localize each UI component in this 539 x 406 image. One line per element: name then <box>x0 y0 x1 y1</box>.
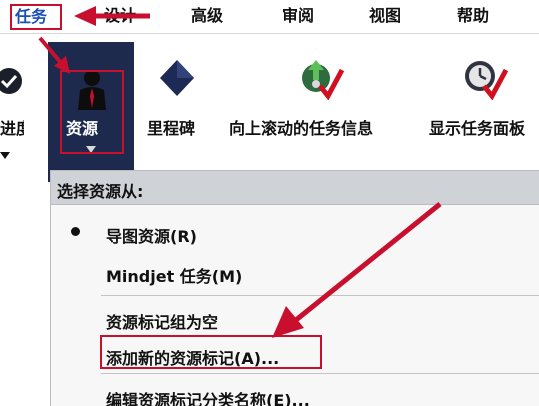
scroll-task-info-icon <box>302 60 344 100</box>
add-marker-highlight-box <box>100 335 322 369</box>
tab-advanced[interactable]: 高级 <box>191 4 223 28</box>
chevron-down-icon[interactable] <box>0 152 10 160</box>
resource-highlight-box <box>60 70 124 154</box>
tab-help[interactable]: 帮助 <box>457 4 489 28</box>
show-task-panel-button[interactable]: 显示任务面板 <box>429 120 525 138</box>
progress-check-icon <box>0 68 22 94</box>
menu-item-empty-group: 资源标记组为空 <box>51 303 539 335</box>
menu-separator <box>101 373 539 374</box>
tab-task[interactable]: 任务 <box>10 4 62 30</box>
menu-item-label: 编辑资源标记分类名称(E)... <box>106 391 310 406</box>
menu-header: 选择资源从: <box>51 171 539 205</box>
selected-bullet-icon <box>71 227 80 236</box>
menu-separator <box>101 295 539 296</box>
ribbon-tab-bar: 任务 设计 高级 审阅 视图 帮助 <box>0 0 539 34</box>
tab-design[interactable]: 设计 <box>104 4 136 28</box>
milestone-diamond-icon <box>160 60 194 96</box>
tab-view[interactable]: 视图 <box>369 4 401 28</box>
progress-label[interactable]: 进度 <box>0 120 24 138</box>
scroll-task-info-button[interactable]: 向上滚动的任务信息 <box>229 120 373 138</box>
resource-dropdown-menu: 选择资源从: 导图资源(R) Mindjet 任务(M) 资源标记组为空 添加新… <box>50 170 539 406</box>
milestone-button[interactable]: 里程碑 <box>147 120 195 138</box>
tab-review[interactable]: 审阅 <box>282 4 314 28</box>
menu-item-label: 资源标记组为空 <box>106 313 219 332</box>
menu-item-label: 导图资源(R) <box>106 227 197 246</box>
menu-item-map-resources[interactable]: 导图资源(R) <box>51 217 539 249</box>
ribbon-panel: 进度 资源 里程碑 向上滚动的任务信息 显示任务面板 <box>0 34 539 182</box>
menu-item-edit-category-name[interactable]: 编辑资源标记分类名称(E)... <box>51 381 539 406</box>
task-panel-clock-icon <box>465 61 508 100</box>
menu-header-label: 选择资源从: <box>57 182 144 201</box>
menu-item-label: Mindjet 任务(M) <box>106 267 243 286</box>
menu-item-mindjet-tasks[interactable]: Mindjet 任务(M) <box>51 257 539 289</box>
